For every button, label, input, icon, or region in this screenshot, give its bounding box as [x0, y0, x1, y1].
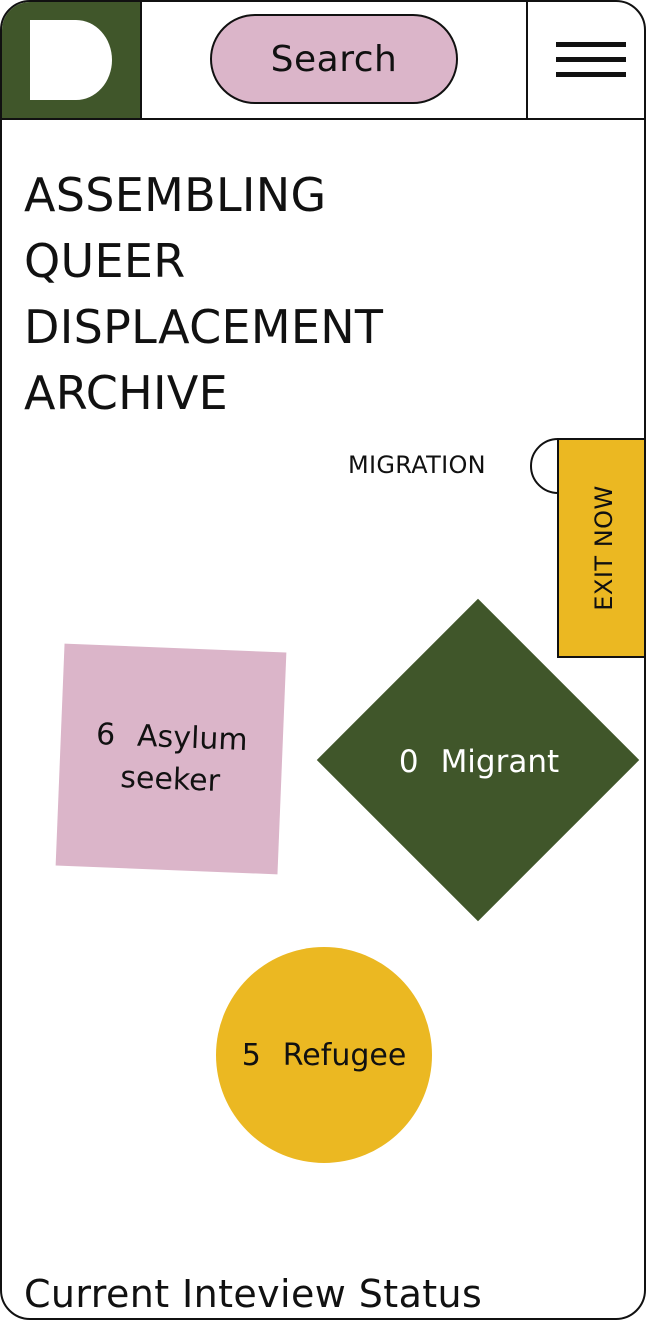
title-line: ARCHIVE — [24, 366, 229, 420]
asylum-seeker-label-line1: Asylum — [136, 718, 249, 759]
exit-now-button[interactable]: EXIT NOW — [557, 438, 644, 658]
title-line: DISPLACEMENT — [24, 300, 384, 354]
header: Search — [2, 2, 644, 120]
page-title: ASSEMBLING QUEER DISPLACEMENT ARCHIVE — [24, 162, 544, 426]
asylum-seeker-card[interactable]: 6 Asylum seeker — [55, 643, 287, 875]
search-button[interactable]: Search — [210, 14, 458, 104]
asylum-seeker-count: 6 — [95, 716, 116, 753]
refugee-name: Refugee — [282, 1037, 407, 1073]
refugee-card[interactable]: 5 Refugee — [216, 947, 432, 1163]
logo-mark-icon — [30, 20, 112, 100]
app-frame: Search ASSEMBLING QUEER DISPLACEMENT ARC… — [0, 0, 646, 1320]
asylum-seeker-label-line2: seeker — [119, 759, 221, 799]
menu-button[interactable] — [526, 2, 644, 118]
refugee-count: 5 — [241, 1037, 261, 1073]
migration-filter-label: MIGRATION — [348, 451, 486, 479]
exit-now-label: EXIT NOW — [589, 485, 618, 611]
interview-status-heading: Current Inteview Status — [24, 1272, 483, 1316]
logo[interactable] — [2, 2, 142, 118]
title-line: ASSEMBLING — [24, 168, 327, 222]
title-line: QUEER — [24, 234, 186, 288]
